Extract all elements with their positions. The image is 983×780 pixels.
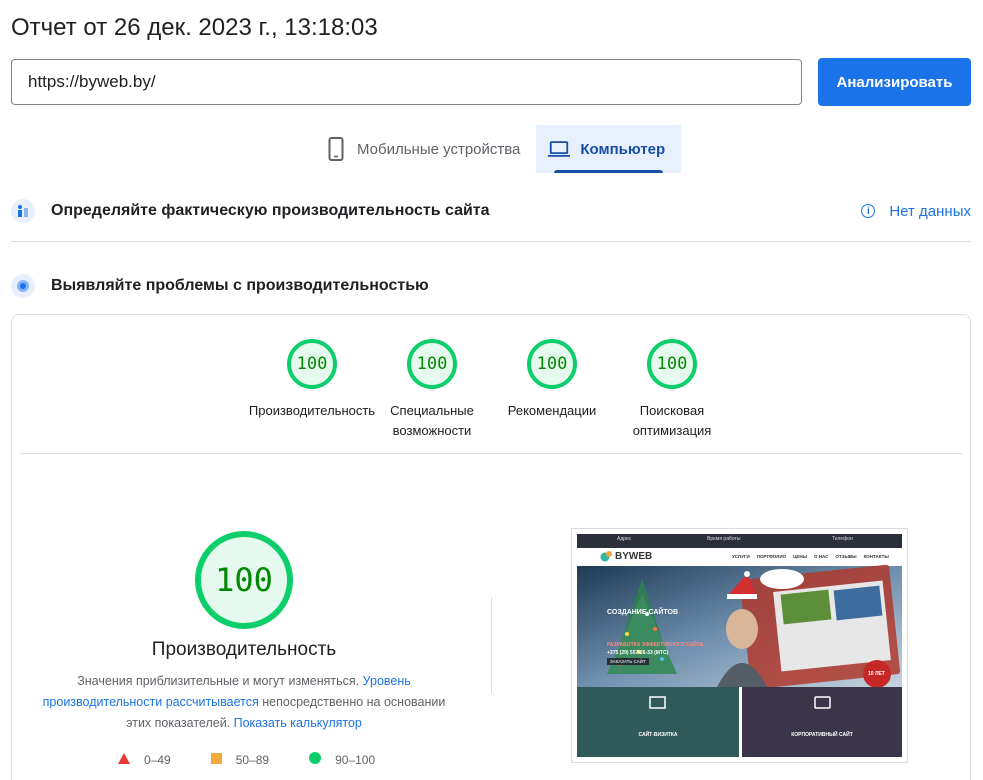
thumb-nav: УСЛУГИ ПОРТФОЛИО ЦЕНЫ О НАС ОТЗЫВЫ КОНТА… xyxy=(732,554,889,559)
gauge-label: Производительность xyxy=(249,401,375,421)
performance-big-gauge: 100 xyxy=(195,531,293,629)
section-divider xyxy=(11,241,971,242)
legend-pass: 90–100 xyxy=(309,752,375,767)
no-data-label: Нет данных xyxy=(889,202,971,220)
desc-text: Значения приблизительные и могут изменят… xyxy=(77,674,363,688)
gauge-score: 100 xyxy=(287,339,337,389)
square-icon xyxy=(210,752,222,767)
legend-fail: 0–49 xyxy=(118,752,171,767)
legend-label: 0–49 xyxy=(144,752,171,767)
thumb-hero-button: ЗАКАЗАТЬ САЙТ xyxy=(607,658,649,665)
card-divider xyxy=(20,453,962,454)
vertical-divider xyxy=(491,597,492,693)
section-real-world: Определяйте фактическую производительнос… xyxy=(11,196,971,226)
gauge-label-line: возможности xyxy=(392,423,472,438)
tab-desktop[interactable]: Компьютер xyxy=(536,125,682,173)
analyze-button[interactable]: Анализировать xyxy=(818,58,971,106)
thumbnail-page: Адрес Время работы Телефон BYWEB УСЛУГИ … xyxy=(577,534,902,757)
thumb-card-1: САЙТ-ВИЗИТКА xyxy=(638,732,678,738)
thumb-badge: 10 ЛЕТ xyxy=(868,671,885,677)
report-title: Отчет от 26 дек. 2023 г., 13:18:03 xyxy=(11,14,378,41)
score-gauges: 100 Производительность 100 Специальные во… xyxy=(249,339,732,441)
thumb-nav-item: КОНТАКТЫ xyxy=(863,554,889,559)
section-diagnose-title: Выявляйте проблемы с производительностью xyxy=(51,277,429,294)
section-real-world-title: Определяйте фактическую производительнос… xyxy=(51,202,490,219)
thumb-nav-item: УСЛУГИ xyxy=(732,554,750,559)
gauge-score: 100 xyxy=(527,339,577,389)
thumb-card-2: КОРПОРАТИВНЫЙ САЙТ xyxy=(791,732,853,738)
thumb-hero-title: СОЗДАНИЕ САЙТОВ xyxy=(607,609,679,616)
thumb-logo: BYWEB xyxy=(615,551,653,562)
gauge-best-practices[interactable]: 100 Рекомендации xyxy=(492,339,612,441)
lab-data-icon xyxy=(11,274,35,298)
gauge-seo[interactable]: 100 Поисковая оптимизация xyxy=(612,339,732,441)
legend-label: 90–100 xyxy=(335,752,376,767)
thumb-hero-phone: +375 (29) 557-26-33 (МТС) xyxy=(607,650,669,656)
legend-label: 50–89 xyxy=(235,752,270,767)
thumb-nav-item: ОТЗЫВЫ xyxy=(835,554,857,559)
performance-description: Значения приблизительные и могут изменят… xyxy=(42,671,446,734)
thumb-nav-item: ПОРТФОЛИО xyxy=(756,554,787,559)
thumb-nav-item: ЦЕНЫ xyxy=(793,554,808,559)
tab-mobile[interactable]: Мобильные устройства xyxy=(313,125,536,173)
gauge-label-line: Рекомендации xyxy=(507,403,597,418)
gauge-label-line: оптимизация xyxy=(632,423,712,438)
gauge-label-line: Специальные xyxy=(390,403,474,418)
tab-mobile-label: Мобильные устройства xyxy=(357,140,521,158)
legend-average: 50–89 xyxy=(210,752,270,767)
gauge-score: 100 xyxy=(647,339,697,389)
report-card: 100 Производительность 100 Специальные во… xyxy=(11,314,971,780)
gauge-label: Поисковая оптимизация xyxy=(633,401,712,441)
gauge-label: Рекомендации xyxy=(508,401,597,421)
thumb-phone: Телефон xyxy=(832,536,853,542)
no-data-link[interactable]: i Нет данных xyxy=(861,203,971,220)
info-icon: i xyxy=(861,204,876,218)
thumb-hero-sub: РАЗРАБОТКА ЭФФЕКТИВНОГО САЙТА xyxy=(607,642,704,648)
section-diagnose: Выявляйте проблемы с производительностью xyxy=(11,271,971,301)
score-legend: 0–49 50–89 90–100 xyxy=(118,752,415,767)
circle-icon xyxy=(309,752,322,767)
thumb-hours: Время работы xyxy=(707,536,741,542)
gauge-label: Специальные возможности xyxy=(390,401,474,441)
gauge-accessibility[interactable]: 100 Специальные возможности xyxy=(372,339,492,441)
laptop-icon xyxy=(548,137,571,161)
triangle-icon xyxy=(118,752,130,767)
url-input[interactable] xyxy=(11,59,802,105)
tab-desktop-label: Компьютер xyxy=(580,140,666,158)
gauge-label-line: Производительность xyxy=(248,403,376,418)
show-calculator-link[interactable]: Показать калькулятор xyxy=(234,716,362,730)
device-tabs: Мобильные устройства Компьютер xyxy=(313,125,682,173)
gauge-label-line: Поисковая xyxy=(639,403,705,418)
thumb-nav-item: О НАС xyxy=(814,554,829,559)
gauge-performance[interactable]: 100 Производительность xyxy=(249,339,375,441)
page-screenshot-thumbnail: Адрес Время работы Телефон BYWEB УСЛУГИ … xyxy=(571,528,908,763)
gauge-score: 100 xyxy=(407,339,457,389)
phone-icon xyxy=(325,137,347,161)
thumb-address: Адрес xyxy=(617,536,632,542)
performance-title: Производительность xyxy=(151,639,337,660)
users-data-icon xyxy=(11,199,35,223)
